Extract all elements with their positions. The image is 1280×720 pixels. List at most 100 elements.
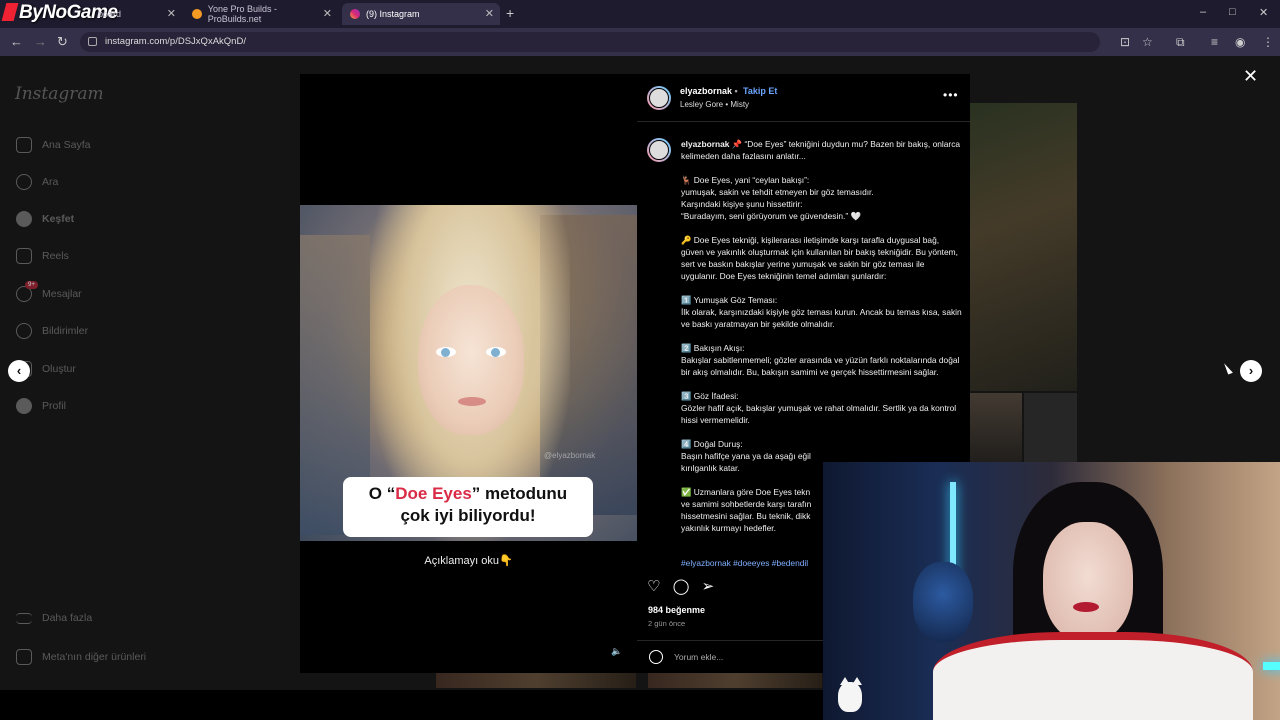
messages-badge: 9+ <box>25 281 38 289</box>
eye <box>436 347 456 357</box>
search-icon <box>16 174 32 190</box>
sidebar-item-label: Meta'nın diğer ürünleri <box>42 651 147 663</box>
plush-toy <box>913 562 973 642</box>
tab-instagram[interactable]: (9) Instagram ✕ <box>342 3 500 25</box>
more-options-icon[interactable]: ••• <box>943 88 959 102</box>
modal-close-icon[interactable]: ✕ <box>1243 66 1258 87</box>
tab-probuilds[interactable]: Yone Pro Builds - ProBuilds.net ✕ <box>184 3 338 25</box>
install-app-icon[interactable]: ⊡ <box>1120 35 1130 49</box>
sidebar-item-label: Mesajlar <box>42 288 82 300</box>
caption-paragraph: 🔑 Doe Eyes tekniği, kişilerarası iletişi… <box>681 235 958 281</box>
webcam-overlay <box>823 462 1280 720</box>
hamburger-icon <box>16 612 32 624</box>
hashtags[interactable]: #elyazbornak #doeeyes #bedendil <box>681 558 808 568</box>
new-tab-button[interactable]: + <box>506 5 514 21</box>
sidebar-item-label: Ara <box>42 176 59 188</box>
sidebar-item-label: Reels <box>42 250 69 262</box>
url-text: instagram.com/p/DSJxQxAkQnD/ <box>105 36 246 47</box>
post-media[interactable]: @elyazbornak O “Doe Eyes” metodunu çok i… <box>300 74 637 673</box>
separator-dot: • <box>734 86 738 96</box>
instagram-icon <box>350 9 360 19</box>
tab-close-icon[interactable]: ✕ <box>485 7 494 20</box>
window-close-button[interactable]: ✕ <box>1259 6 1268 19</box>
tab-label: board <box>98 9 122 19</box>
sidebar-item-home[interactable]: Ana Sayfa <box>16 137 90 153</box>
cat-mascot-icon <box>838 677 862 712</box>
menu-icon[interactable]: ⋮ <box>1262 35 1274 49</box>
tab-close-icon[interactable]: ✕ <box>323 7 332 20</box>
video-frame[interactable]: @elyazbornak O “Doe Eyes” metodunu çok i… <box>300 205 637 541</box>
background-post-thumbnail <box>970 103 1077 391</box>
caption-intro: elyazbornak 📌 “Doe Eyes” tekniğini duydu… <box>681 138 963 162</box>
tab-label: Yone Pro Builds - ProBuilds.net <box>207 4 277 24</box>
sidebar-more[interactable]: Daha fazla <box>16 612 92 624</box>
tab-close-icon[interactable]: ✕ <box>167 7 176 20</box>
address-bar-row: ← → ↻ instagram.com/p/DSJxQxAkQnD/ ⊡ ☆ ⧉… <box>0 28 1280 56</box>
sidebar-item-notifications[interactable]: Bildirimler <box>16 323 88 339</box>
maximize-button[interactable]: □ <box>1229 6 1236 18</box>
divider <box>637 121 970 122</box>
heart-icon <box>16 323 32 339</box>
neon-light <box>1263 662 1280 670</box>
caption-paragraph: 🦌 Doe Eyes, yani “ceylan bakışı”: yumuşa… <box>681 175 874 221</box>
streamer-lips <box>1073 602 1099 612</box>
profile-icon <box>16 398 32 414</box>
profile-avatar-icon[interactable]: ◉ <box>1235 35 1245 49</box>
video-caption-line-1: O “Doe Eyes” metodunu <box>343 484 593 504</box>
sidebar-item-label: Daha fazla <box>42 612 93 624</box>
prev-post-icon[interactable]: ‹ <box>8 360 30 382</box>
browser-tab-bar: ByNoGame board ✕ Yone Pro Builds - ProBu… <box>0 0 1280 28</box>
comment-icon[interactable]: ◯ <box>673 578 690 595</box>
site-info-icon[interactable] <box>88 37 97 46</box>
next-post-icon[interactable]: › <box>1240 360 1262 382</box>
mute-icon[interactable]: 🔈 <box>611 646 622 657</box>
minimize-button[interactable]: – <box>1200 6 1206 18</box>
avatar[interactable] <box>647 86 671 110</box>
share-icon[interactable]: ➢ <box>702 578 715 595</box>
caption-username[interactable]: elyazbornak <box>681 139 729 149</box>
caption-paragraph: 3️⃣ Göz İfadesi: Gözler hafif açık, bakı… <box>681 391 957 425</box>
lips <box>458 397 486 406</box>
sidebar-item-messages[interactable]: 9+ Mesajlar <box>16 281 82 302</box>
caption-avatar[interactable] <box>647 138 671 162</box>
video-caption-line-2: çok iyi biliyordu! <box>400 506 536 525</box>
sidebar-item-search[interactable]: Ara <box>16 174 58 190</box>
reels-icon <box>16 248 32 264</box>
caption-paragraph: 1️⃣ Yumuşak Göz Teması: İlk olarak, karş… <box>681 295 962 329</box>
extensions-icon[interactable]: ⧉ <box>1176 35 1185 50</box>
streamer-shirt <box>933 632 1253 720</box>
brand-mark-icon <box>1 3 19 21</box>
bookmark-star-icon[interactable]: ☆ <box>1142 35 1153 49</box>
sidebar-item-profile[interactable]: Profil <box>16 398 66 414</box>
reload-icon[interactable]: ↻ <box>57 34 68 50</box>
reading-list-icon[interactable]: ≡ <box>1211 35 1218 49</box>
tab-dashboard[interactable]: board ✕ <box>90 3 182 25</box>
background-post-thumbnail <box>1024 393 1077 463</box>
background-post-thumbnail <box>970 393 1022 463</box>
comment-input[interactable]: Yorum ekle... <box>674 652 723 662</box>
caption-suffix: ” metodunu <box>471 484 568 503</box>
emoji-icon[interactable] <box>649 650 663 664</box>
back-icon[interactable]: ← <box>10 34 23 49</box>
post-username[interactable]: elyazbornak • <box>680 86 738 96</box>
sidebar-item-label: Keşfet <box>42 213 75 225</box>
read-description-text: Açıklamayı oku👇 <box>424 555 513 567</box>
like-icon[interactable]: ♡ <box>647 578 660 595</box>
sidebar-item-label: Profil <box>42 400 66 412</box>
eye <box>486 347 506 357</box>
forward-icon[interactable]: → <box>34 34 47 49</box>
follow-button[interactable]: Takip Et <box>743 86 777 96</box>
sidebar-meta-products[interactable]: Meta'nın diğer ürünleri <box>16 649 146 665</box>
instagram-logo[interactable]: Instagram <box>15 84 104 104</box>
sidebar-item-reels[interactable]: Reels <box>16 248 69 264</box>
sidebar-item-explore[interactable]: Keşfet <box>16 211 74 227</box>
post-time: 2 gün önce <box>648 619 686 628</box>
face <box>418 285 524 435</box>
like-count[interactable]: 984 beğenme <box>648 605 705 615</box>
audio-label[interactable]: Lesley Gore • Misty <box>680 100 749 109</box>
url-field[interactable]: instagram.com/p/DSJxQxAkQnD/ <box>80 32 1100 52</box>
home-icon <box>16 137 32 153</box>
avatar-inner <box>649 140 669 160</box>
caption-prefix: O “ <box>368 484 396 503</box>
sidebar-item-label: Oluştur <box>42 363 76 375</box>
